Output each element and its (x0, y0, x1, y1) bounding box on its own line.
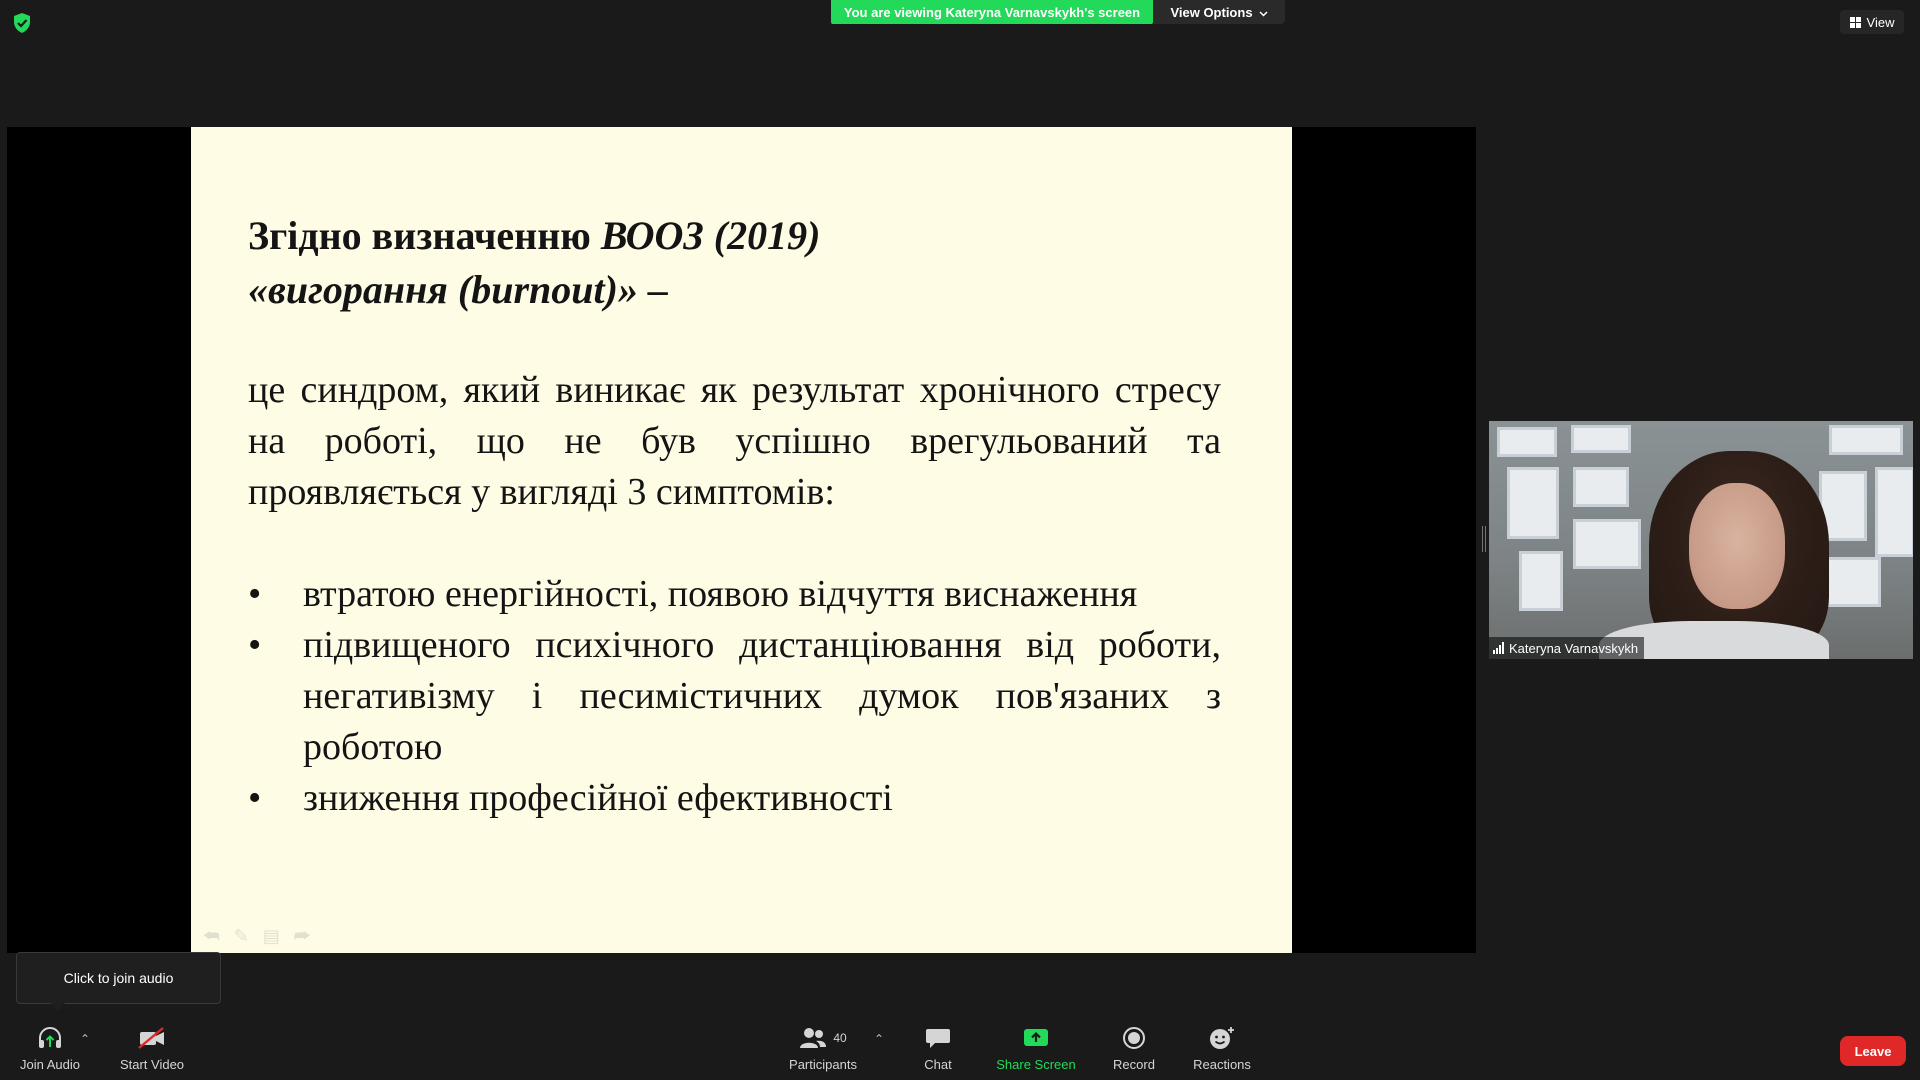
slide-title: Згідно визначенню ВООЗ (2019) «вигорання… (248, 209, 1248, 317)
slide-menu-icon[interactable]: ▤ (263, 926, 280, 947)
view-label: View (1866, 14, 1895, 30)
share-screen-label: Share Screen (996, 1057, 1076, 1072)
join-audio-button[interactable]: Join Audio (14, 1018, 86, 1080)
participant-name-tag: Kateryna Varnavskykh (1489, 637, 1645, 659)
leave-label: Leave (1854, 1043, 1892, 1059)
participant-video-tile[interactable]: Kateryna Varnavskykh (1489, 421, 1913, 659)
participants-icon: 40 (799, 1026, 847, 1050)
slide-toolbar: ⮪ ✎ ▤ ⮫ (203, 926, 311, 947)
audio-options-caret-icon[interactable]: ⌃ (80, 1032, 90, 1046)
previous-slide-icon[interactable]: ⮪ (203, 926, 220, 947)
join-audio-tooltip: Click to join audio (16, 952, 221, 1011)
view-options-button[interactable]: View Options (1153, 0, 1285, 24)
chat-button[interactable]: Chat (910, 1018, 966, 1080)
tooltip-text: Click to join audio (63, 970, 174, 986)
wall-certificate (1573, 467, 1629, 507)
record-icon (1122, 1026, 1146, 1050)
record-label: Record (1113, 1057, 1155, 1072)
wall-certificate (1497, 427, 1557, 457)
video-off-icon (137, 1026, 167, 1050)
encryption-shield-icon[interactable] (12, 12, 32, 34)
start-video-button[interactable]: Start Video (112, 1018, 192, 1080)
reactions-label: Reactions (1193, 1057, 1251, 1072)
participant-face (1689, 483, 1785, 609)
view-layout-button[interactable]: View (1840, 10, 1904, 34)
shared-screen-area: Згідно визначенню ВООЗ (2019) «вигорання… (7, 127, 1476, 953)
participants-button[interactable]: 40 Participants (780, 1018, 866, 1080)
connection-signal-icon (1493, 642, 1504, 654)
chat-bubble-icon (925, 1026, 951, 1050)
meeting-toolbar: Join Audio ⌃ Start Video 40 Participants… (0, 1018, 1920, 1080)
join-audio-label: Join Audio (20, 1057, 80, 1072)
record-button[interactable]: Record (1104, 1018, 1164, 1080)
participants-count: 40 (833, 1031, 847, 1045)
wall-certificate (1507, 467, 1559, 539)
zoom-meeting-window: You are viewing Kateryna Varnavskykh's s… (0, 0, 1920, 1080)
slide-body-text: це синдром, який виникає як результат хр… (248, 369, 1221, 513)
leave-meeting-button[interactable]: Leave (1840, 1036, 1906, 1066)
slide-bullet-item: втратою енергійності, появою відчуття ви… (248, 569, 1221, 620)
pen-icon[interactable]: ✎ (234, 926, 249, 947)
participants-label: Participants (789, 1057, 857, 1072)
reactions-button[interactable]: Reactions (1186, 1018, 1258, 1080)
slide-bullet-list: втратою енергійності, появою відчуття ви… (248, 569, 1221, 824)
slide-title-line1: Згідно визначенню ВООЗ (2019) (248, 213, 821, 258)
slide-bullet-item: зниження професійної ефективності (248, 773, 1221, 824)
smiley-plus-icon (1208, 1026, 1236, 1050)
share-screen-icon (1023, 1026, 1049, 1050)
wall-certificate (1519, 551, 1563, 611)
grid-view-icon (1849, 16, 1861, 28)
next-slide-icon[interactable]: ⮫ (294, 926, 311, 947)
wall-certificate (1829, 425, 1903, 455)
viewing-screen-banner: You are viewing Kateryna Varnavskykh's s… (831, 0, 1153, 24)
view-options-label: View Options (1170, 4, 1253, 20)
headphones-icon (36, 1026, 64, 1050)
banner-text: You are viewing Kateryna Varnavskykh's s… (843, 4, 1141, 20)
panel-resize-handle[interactable] (1482, 526, 1486, 552)
participants-options-caret-icon[interactable]: ⌃ (874, 1032, 884, 1046)
wall-certificate (1825, 557, 1881, 607)
chevron-down-icon (1259, 5, 1268, 20)
wall-certificate (1571, 425, 1631, 453)
wall-certificate (1875, 467, 1913, 557)
chat-label: Chat (924, 1057, 952, 1072)
start-video-label: Start Video (119, 1057, 185, 1072)
presentation-slide: Згідно визначенню ВООЗ (2019) «вигорання… (191, 127, 1292, 953)
slide-title-line2: «вигорання (burnout)» – (248, 267, 668, 312)
slide-bullet-item: підвищеного психічного дистанціювання ві… (248, 620, 1221, 773)
wall-certificate (1573, 519, 1641, 569)
participant-name: Kateryna Varnavskykh (1509, 640, 1639, 656)
share-screen-button[interactable]: Share Screen (990, 1018, 1082, 1080)
